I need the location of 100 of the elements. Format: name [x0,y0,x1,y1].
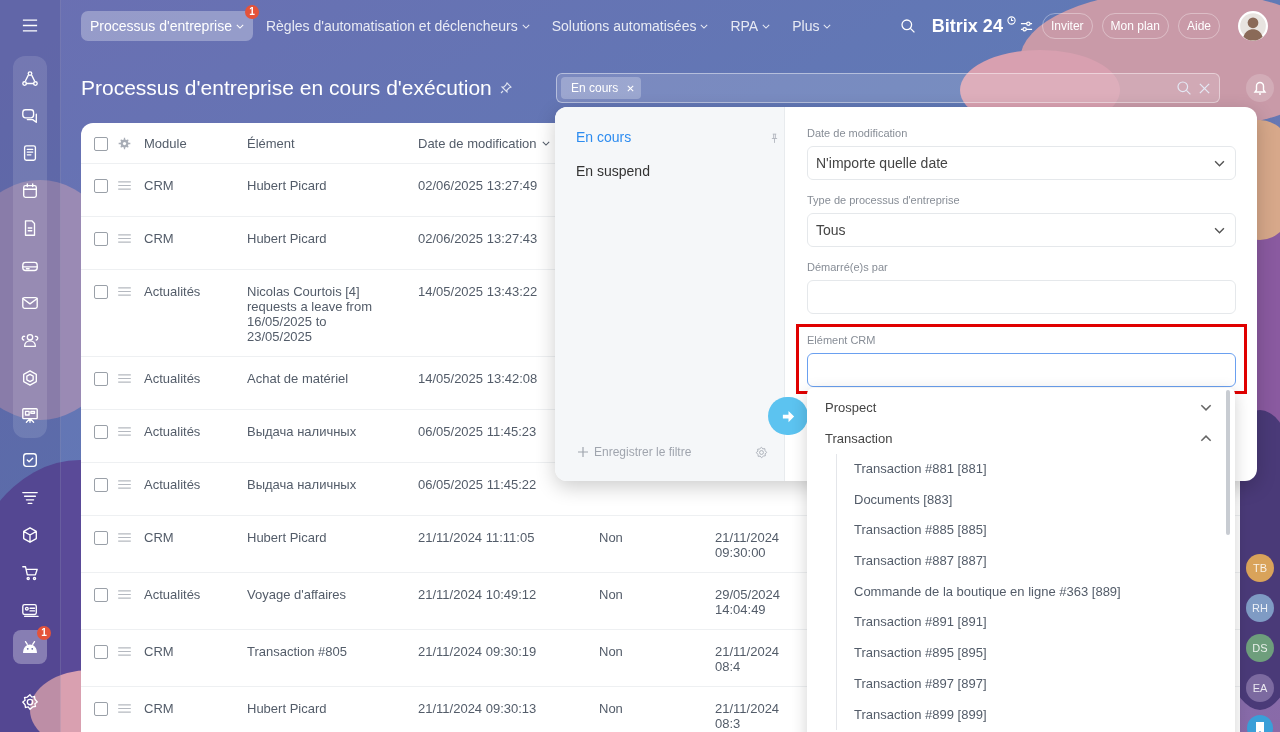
checkbox[interactable] [94,588,108,602]
checkbox[interactable] [94,702,108,716]
scrollbar[interactable] [1226,390,1230,535]
filter-search-field[interactable]: En cours [556,73,1220,103]
logo[interactable]: Bitrix 24 [931,15,1003,37]
table-cell-text: CRM [144,178,175,193]
drag-handle-icon[interactable] [118,533,131,542]
drag-handle-icon[interactable] [118,647,131,656]
clock-icon [1006,16,1016,25]
table-cell-text: Transaction #805 [247,644,348,659]
table-cell-text: CRM [144,231,175,246]
caret-icon [541,140,550,146]
table-cell-text: 29/05/2024 14:04:49 [715,587,782,617]
board-icon [21,406,39,425]
checkbox[interactable] [94,645,108,659]
filter-preset[interactable]: En suspend [576,163,784,179]
checkbox[interactable] [94,478,108,492]
calendar-icon [21,181,39,200]
column-header[interactable]: Module [144,135,247,151]
apply-button[interactable] [768,397,808,435]
flow-icon [21,69,39,88]
save-filter-button[interactable]: Enregistrer le filtre [578,445,692,459]
news-icon [21,144,39,163]
table-cell-text: 21/11/2024 09:30:13 [418,701,538,716]
close-icon[interactable] [1198,81,1211,95]
table-cell-text: Achat de matériel [247,371,350,386]
table-cell-text: 02/06/2025 13:27:43 [418,231,539,246]
dropdown-item[interactable]: Transaction #887 [887] [854,546,1235,577]
caret-icon [823,23,832,29]
drag-handle-icon[interactable] [118,590,131,599]
table-cell-text: Actualités [144,477,202,492]
table-cell-text: 21/11/2024 08:4 [715,644,781,674]
table-cell-text: Hubert Picard [247,178,328,193]
table-cell-text: Non [599,587,624,602]
dropdown-group[interactable]: Transaction [807,423,1235,454]
field-label: Date de modification [807,127,909,139]
table-cell-text: 14/05/2025 13:42:08 [418,371,539,386]
nav-tab[interactable]: Règles d'automatisation et déclencheurs [256,11,539,41]
checkbox[interactable] [94,179,108,193]
checkbox[interactable] [94,232,108,246]
caret-icon [235,23,244,29]
table-cell-text: Hubert Picard [247,701,328,716]
checkbox[interactable] [94,136,108,151]
contacts-icon [21,331,39,350]
caret-icon [1200,435,1212,442]
table-cell-text: Hubert Picard [247,231,328,246]
table-cell-text: Voyage d'affaires [247,587,348,602]
filter-chip[interactable]: En cours [561,77,642,99]
dropdown-item[interactable]: Documents [883] [854,484,1235,516]
caret-icon [521,23,530,29]
dropdown-item[interactable]: Transaction #885 [885] [854,515,1235,547]
dropdown-item[interactable]: Commande de la boutique en ligne #363 [889] [854,576,1235,608]
table-cell-text: 21/11/2024 08:3 [715,701,781,731]
drag-handle-icon[interactable] [118,234,131,243]
dropdown-item[interactable]: Transaction #891 [891] [854,607,1235,639]
nav-tab[interactable]: Plus [783,11,841,41]
table-cell-text: Actualités [144,424,202,439]
table-cell-text: CRM [144,644,175,659]
filter-preset[interactable]: En cours [576,129,784,145]
drag-handle-icon[interactable] [118,427,131,436]
drag-handle-icon[interactable] [118,181,131,190]
checkbox[interactable] [94,425,108,439]
drag-handle-icon[interactable] [118,374,131,383]
table-cell-text: Hubert Picard [247,530,328,545]
table-cell-text: CRM [144,701,175,716]
input-field[interactable] [807,353,1236,387]
select-field[interactable]: Tous [807,213,1236,247]
pin-icon[interactable] [771,133,778,144]
search-icon[interactable] [899,18,916,34]
drag-handle-icon[interactable] [118,287,131,296]
table-cell-text: CRM [144,530,175,545]
table-cell-text: Non [599,644,624,659]
menu-icon[interactable] [22,19,38,32]
caret-icon [1200,404,1212,411]
drag-handle-icon[interactable] [118,704,131,713]
dropdown-item[interactable]: Transaction #895 [895] [854,638,1235,669]
caret-icon [762,23,771,29]
nav-tab[interactable]: RPA [721,11,780,41]
table-cell-text: Nicolas Courtois [4] requests a leave from 16/05/2025 to 23/05/2025 [247,284,373,344]
dropdown-item[interactable]: Transaction #899 [899] [854,699,1235,731]
select-field[interactable]: N'importe quelle date [807,146,1236,180]
sliders-icon[interactable] [1019,19,1033,33]
notification-bell-icon[interactable] [1245,73,1275,103]
dropdown-item[interactable]: Transaction #881 [881] [854,454,1235,485]
table-cell-text: Выдача наличных [247,477,358,492]
caret-icon [1214,226,1225,234]
column-header[interactable]: Élément [247,135,418,151]
field-label: Elément CRM [807,334,877,346]
drag-handle-icon[interactable] [118,480,131,489]
checkbox[interactable] [94,531,108,545]
nav-tab[interactable]: Solutions automatisées [542,11,718,41]
table-cell-text: Actualités [144,284,202,299]
table-cell-text: 06/05/2025 11:45:23 [418,424,538,439]
dropdown-item[interactable]: Transaction #897 [897] [854,668,1235,700]
dropdown-group[interactable]: Prospect [807,392,1235,423]
table-cell-text: 21/11/2024 09:30:00 [715,530,781,560]
caret-icon [1214,159,1225,167]
caret-icon [700,23,709,29]
checkbox[interactable] [94,285,108,299]
checkbox[interactable] [94,372,108,386]
